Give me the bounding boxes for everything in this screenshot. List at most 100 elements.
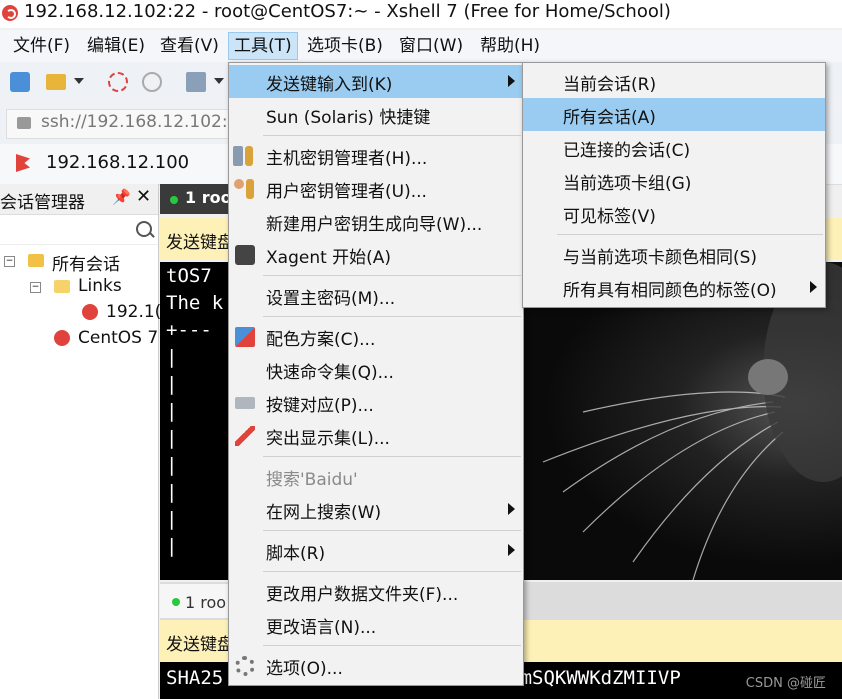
session-tab[interactable]: 1 roo xyxy=(160,584,232,618)
tab-label: 1 roo xyxy=(185,593,227,612)
menu-item-label: 新建用户密钥生成向导(W)... xyxy=(266,215,483,235)
menu-item-label: 配色方案(C)... xyxy=(266,330,376,350)
link-item[interactable]: 192.168.12.100 xyxy=(46,152,189,173)
menu-item-quick-commands[interactable]: 快速命令集(Q)... xyxy=(229,353,523,386)
chevron-down-icon[interactable] xyxy=(214,78,224,84)
submenu-item-current-session[interactable]: 当前会话(R) xyxy=(523,65,825,98)
color-scheme-icon xyxy=(235,327,255,347)
xshell-logo-icon xyxy=(2,5,18,21)
properties-icon[interactable] xyxy=(186,72,206,92)
session-manager-panel: 会话管理器 📌 ✕ − 所有会话 − Links 192.1( CentOS 7 xyxy=(0,184,161,699)
host-key-icon xyxy=(233,146,243,166)
menu-item-label: 当前会话(R) xyxy=(563,75,657,95)
menu-item-host-key-manager[interactable]: 主机密钥管理者(H)... xyxy=(229,139,523,172)
menu-view[interactable]: 查看(V) xyxy=(155,33,224,59)
notice-text: 发送键盘 xyxy=(166,635,234,655)
menu-item-key-mapping[interactable]: 按键对应(P)... xyxy=(229,386,523,419)
collapse-toggle-icon[interactable]: − xyxy=(30,282,41,293)
tree-item-link-session[interactable]: 192.1( xyxy=(106,302,161,322)
submenu-item-connected-sessions[interactable]: 已连接的会话(C) xyxy=(523,131,825,164)
menu-separator xyxy=(263,275,521,276)
menu-item-color-scheme[interactable]: 配色方案(C)... xyxy=(229,320,523,353)
menu-item-label: Xagent 开始(A) xyxy=(266,248,392,268)
keyboard-icon xyxy=(235,397,255,409)
terminal-line: | xyxy=(166,535,178,557)
submenu-item-same-tab-color[interactable]: 与当前选项卡颜色相同(S) xyxy=(523,238,825,271)
collapse-toggle-icon[interactable]: − xyxy=(4,256,15,267)
menu-item-label: Sun (Solaris) 快捷键 xyxy=(266,108,431,128)
menu-item-label: 可见标签(V) xyxy=(563,207,656,227)
submenu-arrow-icon xyxy=(508,544,515,556)
menu-item-label: 在网上搜索(W) xyxy=(266,503,382,523)
menu-item-new-user-key-wizard[interactable]: 新建用户密钥生成向导(W)... xyxy=(229,205,523,238)
menu-separator xyxy=(263,571,521,572)
lock-icon xyxy=(17,117,31,129)
menu-help[interactable]: 帮助(H) xyxy=(475,33,545,59)
menu-item-search-web[interactable]: 在网上搜索(W) xyxy=(229,493,523,526)
menu-item-script[interactable]: 脚本(R) xyxy=(229,534,523,567)
search-icon[interactable] xyxy=(136,221,152,237)
menu-item-set-master-password[interactable]: 设置主密码(M)... xyxy=(229,279,523,312)
submenu-arrow-icon xyxy=(508,503,515,515)
menu-item-label: 更改用户数据文件夹(F)... xyxy=(266,585,459,605)
menu-item-send-keys-to[interactable]: 发送键输入到(K) xyxy=(229,65,523,98)
menu-file[interactable]: 文件(F) xyxy=(8,33,75,59)
menu-item-user-key-manager[interactable]: 用户密钥管理者(U)... xyxy=(229,172,523,205)
submenu-item-visible-tabs[interactable]: 可见标签(V) xyxy=(523,197,825,230)
menu-item-label: 选项(O)... xyxy=(266,659,343,679)
menu-item-sun-keys[interactable]: Sun (Solaris) 快捷键 xyxy=(229,98,523,131)
menu-edit[interactable]: 编辑(E) xyxy=(82,33,150,59)
session-manager-header: 会话管理器 📌 ✕ xyxy=(0,184,158,215)
submenu-item-current-tab-group[interactable]: 当前选项卡组(G) xyxy=(523,164,825,197)
menu-separator xyxy=(263,456,521,457)
terminal-line: | xyxy=(166,427,178,449)
title-bar: 192.168.12.102:22 - root@CentOS7:~ - Xsh… xyxy=(0,0,842,28)
reconnect-icon[interactable] xyxy=(142,72,162,92)
tree-item-centos7[interactable]: CentOS 7 xyxy=(78,328,158,348)
menu-item-search-baidu: 搜索'Baidu' xyxy=(229,460,523,493)
menu-item-label: 主机密钥管理者(H)... xyxy=(266,149,428,169)
menu-separator xyxy=(557,234,823,235)
xagent-icon xyxy=(235,245,255,265)
menu-item-change-user-data-folder[interactable]: 更改用户数据文件夹(F)... xyxy=(229,575,523,608)
session-icon xyxy=(54,330,70,346)
menu-item-label: 快速命令集(Q)... xyxy=(266,363,394,383)
session-search[interactable] xyxy=(0,216,158,245)
menu-tabs[interactable]: 选项卡(B) xyxy=(302,33,388,59)
connected-status-icon xyxy=(172,598,180,606)
menu-item-highlight-sets[interactable]: 突出显示集(L)... xyxy=(229,419,523,452)
key-icon xyxy=(246,179,254,199)
cat-whiskers-image xyxy=(542,262,842,581)
tree-item-links[interactable]: Links xyxy=(78,276,122,296)
menu-item-options[interactable]: 选项(O)... xyxy=(229,649,523,682)
menu-item-xagent-start[interactable]: Xagent 开始(A) xyxy=(229,238,523,271)
pin-icon[interactable]: 📌 xyxy=(112,188,131,206)
tools-menu: 发送键输入到(K) Sun (Solaris) 快捷键 主机密钥管理者(H)..… xyxy=(228,62,524,686)
connected-status-icon xyxy=(170,196,178,204)
address-value: ssh://192.168.12.102:2 xyxy=(41,112,239,132)
disconnect-icon[interactable] xyxy=(108,72,128,92)
menu-window[interactable]: 窗口(W) xyxy=(394,33,468,59)
tree-item-all-sessions[interactable]: 所有会话 xyxy=(52,250,120,275)
address-input[interactable]: ssh://192.168.12.102:2 xyxy=(6,109,248,139)
menu-separator xyxy=(263,645,521,646)
menu-tools[interactable]: 工具(T) xyxy=(228,32,298,60)
chevron-down-icon[interactable] xyxy=(74,78,84,84)
menu-item-label: 脚本(R) xyxy=(266,544,326,564)
menu-item-change-language[interactable]: 更改语言(N)... xyxy=(229,608,523,641)
gear-icon xyxy=(235,656,255,676)
terminal-line: +--- xyxy=(166,319,212,341)
terminal-line: | xyxy=(166,400,178,422)
menu-bar: 文件(F) 编辑(E) 查看(V) 工具(T) 选项卡(B) 窗口(W) 帮助(… xyxy=(0,30,842,62)
open-folder-icon[interactable] xyxy=(46,74,66,90)
menu-separator xyxy=(263,135,521,136)
new-session-icon[interactable] xyxy=(10,72,30,92)
session-tab-active[interactable]: 1 roo xyxy=(160,184,232,214)
close-icon[interactable]: ✕ xyxy=(136,186,151,207)
window-title: 192.168.12.102:22 - root@CentOS7:~ - Xsh… xyxy=(24,1,671,22)
menu-separator xyxy=(263,316,521,317)
notice-text: 发送键盘 xyxy=(166,233,234,253)
submenu-item-all-same-color-tabs[interactable]: 所有具有相同颜色的标签(O) xyxy=(523,271,825,304)
menu-item-label: 已连接的会话(C) xyxy=(563,141,691,161)
submenu-item-all-sessions[interactable]: 所有会话(A) xyxy=(523,98,825,131)
